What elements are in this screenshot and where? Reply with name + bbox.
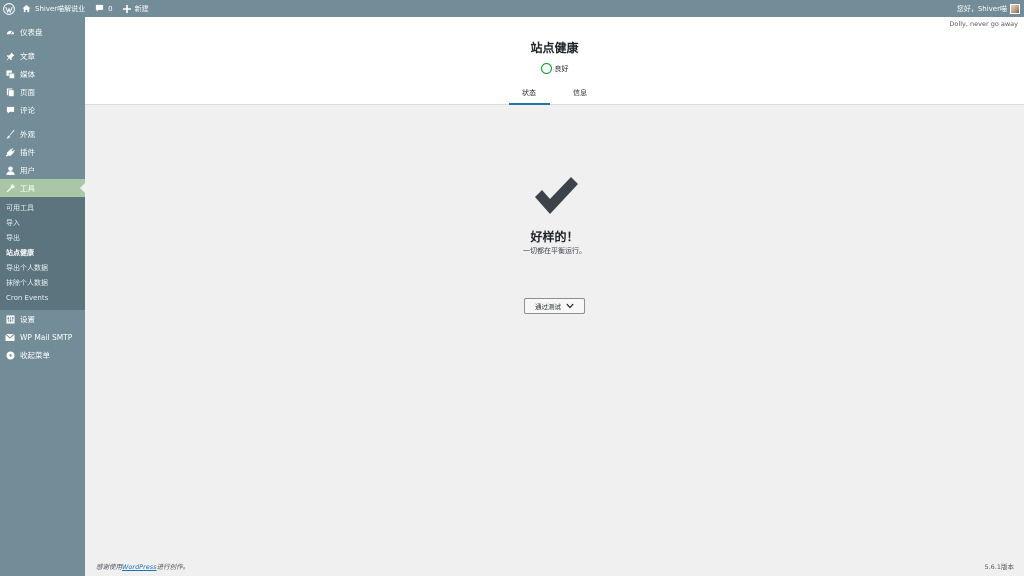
submenu-item-site-health[interactable]: 站点健康 xyxy=(0,246,85,261)
menu-label: 设置 xyxy=(20,314,35,324)
home-icon xyxy=(22,4,31,13)
health-status-label: 良好 xyxy=(554,64,569,73)
comment-bubble-icon xyxy=(95,4,104,13)
site-name-link[interactable]: Shiver喵解说业 xyxy=(17,0,90,17)
submenu-item-export[interactable]: 导出 xyxy=(0,231,85,246)
comments-link[interactable]: 0 xyxy=(90,0,117,17)
menu-label: 仪表盘 xyxy=(20,27,43,37)
wrench-icon xyxy=(5,183,15,193)
menu-item-settings[interactable]: 设置 xyxy=(0,310,85,328)
site-name: Shiver喵解说业 xyxy=(35,4,86,13)
tools-submenu: 可用工具 导入 导出 站点健康 导出个人数据 抹除个人数据 Cron Event… xyxy=(0,197,85,310)
greeting: 您好，Shiver喵 xyxy=(956,4,1007,13)
pages-icon xyxy=(5,87,15,97)
avatar xyxy=(1010,3,1020,14)
comment-icon xyxy=(5,105,15,115)
checkmark-icon xyxy=(535,177,578,214)
submenu-item-erase-personal-data[interactable]: 抹除个人数据 xyxy=(0,276,85,291)
menu-item-dashboard[interactable]: 仪表盘 xyxy=(0,23,85,41)
submenu-item-cron-events[interactable]: Cron Events xyxy=(0,291,85,306)
collapse-arrow-icon xyxy=(5,350,15,360)
menu-label: 页面 xyxy=(20,87,35,97)
menu-item-tools[interactable]: 工具 xyxy=(0,179,85,197)
result-title: 好样的！ xyxy=(530,230,579,244)
menu-label: 工具 xyxy=(20,183,35,193)
menu-item-pages[interactable]: 页面 xyxy=(0,83,85,101)
dashboard-gauge-icon xyxy=(5,27,15,37)
menu-item-plugins[interactable]: 插件 xyxy=(0,143,85,161)
wordpress-logo-icon[interactable] xyxy=(0,0,17,17)
media-icon xyxy=(5,69,15,79)
passed-tests-button[interactable]: 通过测试 xyxy=(524,298,585,314)
submenu-item-available-tools[interactable]: 可用工具 xyxy=(0,201,85,216)
page-title: 站点健康 xyxy=(530,41,579,55)
menu-item-media[interactable]: 媒体 xyxy=(0,65,85,83)
admin-sidebar: 仪表盘 文章 媒体 页面 评论 外观 插件 用户 工具 可用工具 导入 导出 站… xyxy=(0,17,85,576)
menu-label: 外观 xyxy=(20,129,35,139)
my-account-link[interactable]: 您好，Shiver喵 xyxy=(952,0,1024,17)
plug-icon xyxy=(5,147,15,157)
health-status-indicator: 良好 xyxy=(85,63,1024,74)
new-label: 新建 xyxy=(134,4,149,13)
collapse-menu-button[interactable]: 收起菜单 xyxy=(0,346,85,364)
wordpress-link[interactable]: WordPress xyxy=(122,563,157,571)
admin-bar: Shiver喵解说业 0 新建 您好，Shiver喵 xyxy=(0,0,1024,17)
menu-label: 媒体 xyxy=(20,69,35,79)
main-content: Dolly, never go away 站点健康 良好 状态 信息 好样的！ … xyxy=(85,17,1024,576)
menu-item-wp-mail-smtp[interactable]: WP Mail SMTP xyxy=(0,328,85,346)
menu-label: 用户 xyxy=(20,165,35,175)
tab-status[interactable]: 状态 xyxy=(508,81,550,105)
passed-tests-label: 通过测试 xyxy=(535,303,561,311)
menu-label: 插件 xyxy=(20,147,35,157)
tab-info[interactable]: 信息 xyxy=(560,81,601,105)
hello-dolly-lyric: Dolly, never go away xyxy=(949,20,1018,28)
paintbrush-icon xyxy=(5,129,15,139)
plus-icon xyxy=(122,4,131,13)
result-description: 一切都在平衡运行。 xyxy=(523,247,586,255)
status-circle-icon xyxy=(540,63,552,74)
settings-sliders-icon xyxy=(5,314,15,324)
user-icon xyxy=(5,165,15,175)
site-health-tabs: 状态 信息 xyxy=(85,81,1024,105)
mail-icon xyxy=(5,332,15,342)
menu-label: 评论 xyxy=(20,105,35,115)
menu-item-users[interactable]: 用户 xyxy=(0,161,85,179)
pushpin-icon xyxy=(5,51,15,61)
footer-thanks-prefix: 感谢使用 xyxy=(96,563,122,571)
menu-item-posts[interactable]: 文章 xyxy=(0,47,85,65)
submenu-item-import[interactable]: 导入 xyxy=(0,216,85,231)
footer-version: 5.6.1版本 xyxy=(984,563,1014,571)
footer-thanks-suffix: 进行创作。 xyxy=(156,563,190,571)
menu-label: 收起菜单 xyxy=(20,350,50,360)
new-content-link[interactable]: 新建 xyxy=(118,0,154,17)
menu-item-comments[interactable]: 评论 xyxy=(0,101,85,119)
menu-label: WP Mail SMTP xyxy=(20,332,73,342)
menu-item-appearance[interactable]: 外观 xyxy=(0,125,85,143)
submenu-item-export-personal-data[interactable]: 导出个人数据 xyxy=(0,261,85,276)
menu-label: 文章 xyxy=(20,51,35,61)
site-health-header: Dolly, never go away 站点健康 良好 状态 信息 xyxy=(85,17,1024,105)
comments-count: 0 xyxy=(108,4,113,13)
chevron-down-icon xyxy=(566,303,574,309)
footer-thanks: 感谢使用WordPress进行创作。 xyxy=(96,561,189,571)
